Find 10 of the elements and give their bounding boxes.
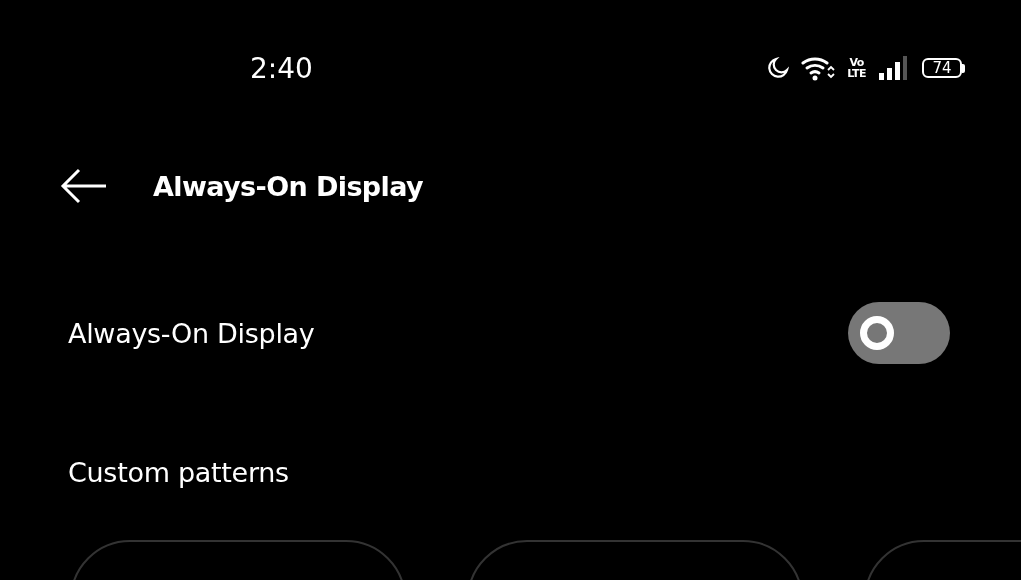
section-heading: Custom patterns bbox=[68, 456, 289, 488]
moon-icon bbox=[767, 57, 790, 79]
volte-icon: Vo LTE bbox=[847, 57, 866, 79]
clock-time: 2:40 bbox=[250, 51, 314, 85]
battery-icon: 74 bbox=[922, 58, 965, 78]
back-arrow-icon[interactable] bbox=[60, 168, 107, 204]
setting-label: Always-On Display bbox=[68, 317, 315, 349]
signal-icon bbox=[878, 55, 910, 81]
page-title: Always-On Display bbox=[153, 170, 424, 202]
wifi-icon bbox=[801, 55, 836, 81]
